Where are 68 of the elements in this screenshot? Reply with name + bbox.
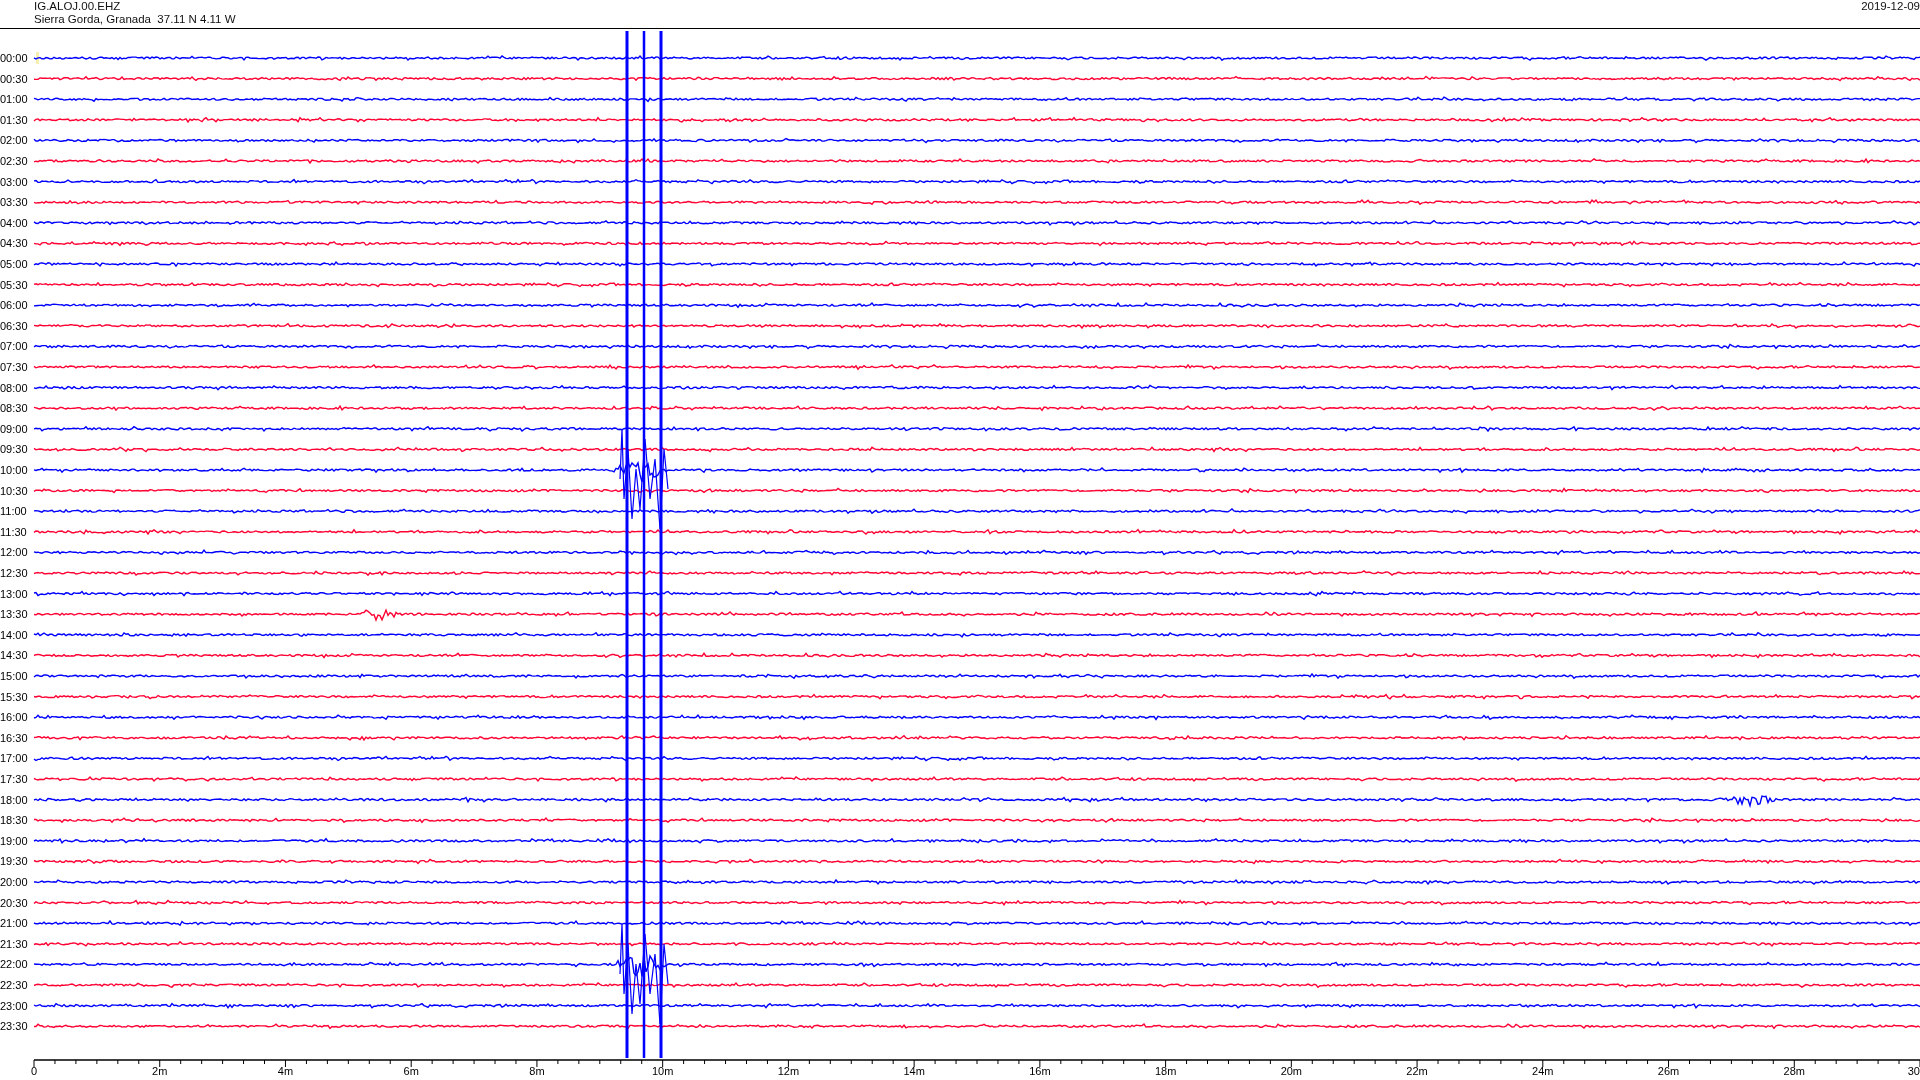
trace-time-label: 12:00: [0, 546, 28, 559]
axis-tick-label: 12m: [777, 1065, 800, 1077]
axis-tick-label: 6m: [403, 1065, 419, 1077]
trace-time-label: 07:30: [0, 361, 28, 373]
trace-time-label: 19:00: [0, 834, 28, 847]
axis-tick-label: 0: [30, 1065, 38, 1077]
trace-time-label: 04:30: [0, 237, 28, 250]
trace-time-label: 23:00: [0, 999, 28, 1012]
trace-time-label: 10:00: [0, 464, 28, 476]
trace-time-label: 22:00: [0, 958, 28, 971]
trace-time-label: 03:00: [0, 175, 28, 188]
trace-time-label: 16:30: [0, 731, 28, 744]
position-marker: [36, 52, 39, 64]
trace-time-label: 05:00: [0, 258, 28, 270]
trace-time-label: 21:30: [0, 937, 28, 950]
trace-time-label: 22:30: [0, 979, 28, 991]
axis-tick-label: 26m: [1657, 1065, 1680, 1077]
axis-tick-label: 30: [1907, 1065, 1920, 1077]
trace-time-label: 17:00: [0, 752, 28, 765]
trace-time-label: 07:00: [0, 340, 28, 353]
trace-time-label: 13:30: [0, 608, 28, 621]
axis-tick-label: 8m: [529, 1065, 545, 1077]
trace-time-label: 06:30: [0, 319, 28, 332]
trace-time-label: 15:30: [0, 690, 28, 703]
trace-time-label: 08:30: [0, 402, 28, 415]
station-code: IG.ALOJ.00.EHZ: [34, 0, 122, 13]
trace-time-label: 20:30: [0, 896, 28, 909]
axis-tick-label: 18m: [1154, 1065, 1177, 1077]
trace-time-label: 14:30: [0, 649, 28, 662]
axis-tick-label: 14m: [903, 1065, 925, 1077]
trace-time-label: 01:30: [0, 113, 28, 126]
trace-time-label: 11:30: [0, 525, 27, 538]
trace-time-label: 04:00: [0, 216, 28, 229]
trace-time-label: 15:00: [0, 670, 28, 682]
trace-time-label: 06:00: [0, 299, 28, 312]
axis-tick-label: 2m: [152, 1065, 168, 1077]
trace-time-label: 21:00: [0, 917, 28, 930]
trace-time-label: 10:30: [0, 484, 28, 497]
axis-tick-label: 10m: [651, 1065, 674, 1077]
axis-tick-label: 22m: [1406, 1065, 1428, 1077]
trace-time-label: 19:30: [0, 855, 28, 868]
axis-tick-label: 20m: [1280, 1065, 1303, 1077]
plot-date: 2019-12-09: [1861, 0, 1920, 14]
axis-tick-label: 4m: [277, 1065, 294, 1077]
trace-time-label: 23:30: [0, 1020, 28, 1033]
trace-time-label: 08:00: [0, 381, 28, 394]
trace-time-label: 09:00: [0, 422, 28, 435]
trace-time-label: 20:00: [0, 876, 28, 888]
trace-time-label: 02:30: [0, 155, 28, 167]
trace-time-label: 14:00: [0, 628, 28, 641]
trace-time-label: 11:00: [0, 505, 27, 518]
trace-time-label: 17:30: [0, 773, 28, 785]
trace-time-label: 13:00: [0, 587, 28, 600]
trace-time-label: 18:30: [0, 814, 28, 827]
axis-tick-label: 28m: [1783, 1065, 1805, 1077]
axis-tick-label: 16m: [1029, 1065, 1051, 1077]
trace-time-label: 00:00: [0, 52, 28, 64]
trace-time-label: 09:30: [0, 443, 28, 456]
trace-time-label: 16:00: [0, 711, 28, 724]
trace-time-label: 12:30: [0, 567, 28, 579]
trace-time-label: 01:00: [0, 93, 28, 106]
trace-time-label: 05:30: [0, 278, 28, 291]
axis-tick-label: 24m: [1532, 1065, 1554, 1077]
station-location: Sierra Gorda, Granada 37.11 N 4.11 W: [34, 13, 236, 26]
trace-time-label: 00:30: [0, 72, 28, 85]
trace-time-label: 03:30: [0, 196, 28, 209]
trace-time-label: 02:00: [0, 134, 28, 147]
trace-time-label: 18:00: [0, 793, 28, 806]
